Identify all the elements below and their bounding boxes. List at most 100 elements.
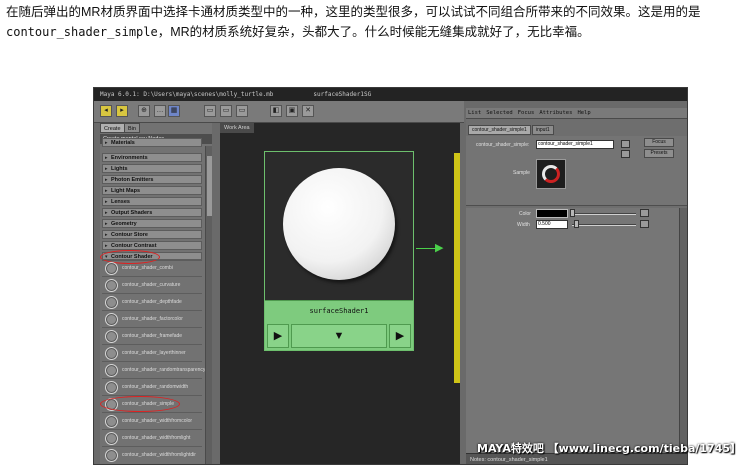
node-bar: surfaceShader1 ▶ ▼ ▶: [265, 300, 413, 350]
color-slider[interactable]: [572, 213, 636, 215]
menu-help[interactable]: Help: [577, 110, 590, 116]
category-light-maps[interactable]: Light Maps: [102, 186, 202, 195]
list-item[interactable]: contour_shader_widthfromcolor: [102, 412, 202, 429]
node-preview: [265, 152, 413, 300]
node-input-button[interactable]: ▶: [267, 324, 289, 348]
list-item[interactable]: contour_shader_randomtransparency: [102, 361, 205, 378]
article-text: 在随后弹出的MR材质界面中选择卡通材质类型中的一种，这里的类型很多，可以试试不同…: [6, 2, 746, 42]
scrollbar-thumb[interactable]: [207, 156, 212, 216]
color-swatch[interactable]: [536, 209, 568, 218]
layout-icon-2[interactable]: ▭: [220, 105, 232, 117]
graph-icon[interactable]: ⊕: [138, 105, 150, 117]
ae-node-header: contour_shader_simple: contour_shader_si…: [466, 136, 687, 206]
article-line-1: 在随后弹出的MR材质界面中选择卡通材质类型中的一种，这里的类型很多，可以试试不同…: [6, 5, 701, 19]
category-lenses[interactable]: Lenses: [102, 197, 202, 206]
shader-swatch-icon: [105, 296, 118, 309]
layout-icon-3[interactable]: ▭: [236, 105, 248, 117]
tab-bin[interactable]: Bin: [124, 123, 140, 133]
clear-icon[interactable]: ▣: [286, 105, 298, 117]
list-item[interactable]: contour_shader_layerthinner: [102, 344, 202, 361]
sample-swatch: [536, 159, 566, 189]
hypershade-toolbar: ◂ ▸ ⊕ … ▦ ▭ ▭ ▭ ◧ ▣ ✕: [94, 101, 464, 123]
shader-node[interactable]: surfaceShader1 ▶ ▼ ▶: [264, 151, 414, 351]
menu-list[interactable]: List: [468, 110, 481, 116]
width-slider-knob[interactable]: [574, 220, 579, 228]
shader-swatch-icon: [105, 347, 118, 360]
category-output-shaders[interactable]: Output Shaders: [102, 208, 202, 217]
dots-icon[interactable]: …: [154, 105, 166, 117]
tab-create[interactable]: Create: [100, 123, 125, 133]
arrow-right-icon[interactable]: ▸: [116, 105, 128, 117]
list-item[interactable]: contour_shader_widthfromlight: [102, 429, 202, 446]
watermark-text: MAYA特效吧 【www.linecg.com/tieba/1745】: [477, 442, 742, 455]
maya-screenshot: Maya 6.0.1: D:\Users\maya\scenes\molly_t…: [93, 87, 688, 465]
color-label: Color: [519, 211, 531, 217]
select-input-icon[interactable]: [621, 140, 630, 148]
shader-swatch-icon: [105, 279, 118, 292]
render-icon[interactable]: ◧: [270, 105, 282, 117]
shader-swatch-icon: [105, 432, 118, 445]
list-item[interactable]: contour_shader_combi: [102, 259, 202, 276]
tab-contour-shader-simple1[interactable]: contour_shader_simple1: [468, 125, 531, 135]
arrow-left-icon[interactable]: ◂: [100, 105, 112, 117]
shader-swatch-icon: [105, 313, 118, 326]
tab-work-area[interactable]: Work Area: [220, 123, 254, 133]
create-panel: Create Bin Create mental ray Nodes Mater…: [100, 123, 212, 464]
ae-attributes: Color Width 0.500: [466, 208, 687, 464]
category-photon-emitters[interactable]: Photon Emitters: [102, 175, 202, 184]
ae-menu-bar: List Selected Focus Attributes Help: [466, 108, 687, 119]
shader-swatch-icon: [105, 364, 118, 377]
list-item[interactable]: contour_shader_depthfade: [102, 293, 202, 310]
color-slider-knob[interactable]: [570, 209, 575, 217]
contour-sample-icon: [542, 165, 560, 183]
close-icon[interactable]: ✕: [302, 105, 314, 117]
shader-name-inline: contour_shader_simple: [6, 25, 158, 39]
width-field[interactable]: 0.500: [536, 220, 568, 229]
category-contour-contrast[interactable]: Contour Contrast: [102, 241, 202, 250]
layout-icon[interactable]: ▭: [204, 105, 216, 117]
window-title: Maya 6.0.1: D:\Users\maya\scenes\molly_t…: [100, 91, 274, 98]
select-output-icon[interactable]: [621, 150, 630, 158]
presets-button[interactable]: Presets: [644, 149, 674, 158]
menu-selected[interactable]: Selected: [486, 110, 513, 116]
category-geometry[interactable]: Geometry: [102, 219, 202, 228]
node-type-label: contour_shader_simple:: [476, 142, 530, 148]
shader-swatch-icon: [105, 415, 118, 428]
list-item[interactable]: contour_shader_framefade: [102, 327, 202, 344]
article-line-2-rest: ，MR的材质系统好复杂，头都大了。什么时候能无缝集成就好了，无比幸福。: [157, 25, 590, 39]
node-output-button[interactable]: ▶: [389, 324, 411, 348]
shader-swatch-icon: [105, 330, 118, 343]
category-environments[interactable]: Environments: [102, 153, 202, 162]
width-slider[interactable]: [572, 224, 636, 226]
list-item[interactable]: contour_shader_factorcolor: [102, 310, 202, 327]
node-expand-button[interactable]: ▼: [291, 324, 387, 348]
ae-scrollbar[interactable]: [679, 208, 687, 453]
category-materials[interactable]: Materials: [102, 138, 202, 147]
shader-swatch-icon: [105, 449, 118, 462]
menu-focus[interactable]: Focus: [518, 110, 535, 116]
category-contour-store[interactable]: Contour Store: [102, 230, 202, 239]
grid-icon[interactable]: ▦: [168, 105, 180, 117]
list-item[interactable]: contour_shader_curvature: [102, 276, 202, 293]
node-name-field[interactable]: contour_shader_simple1: [536, 140, 614, 149]
width-label: Width: [517, 222, 530, 228]
sphere-preview-icon: [283, 168, 395, 280]
node-name: surfaceShader1: [309, 307, 369, 315]
menu-attributes[interactable]: Attributes: [539, 110, 572, 116]
attribute-editor: List Selected Focus Attributes Help contour_…: [466, 108, 687, 464]
color-map-icon[interactable]: [640, 209, 649, 217]
work-area[interactable]: Work Area surfaceShader1 ▶ ▼ ▶ ▶: [220, 123, 460, 464]
tab-input1[interactable]: input1: [532, 125, 554, 135]
maya-title-bar: Maya 6.0.1: D:\Users\maya\scenes\molly_t…: [94, 88, 687, 101]
shader-swatch-icon: [105, 381, 118, 394]
list-item[interactable]: contour_shader_widthfromlightdir: [102, 446, 202, 463]
highlight-oval-shader: [100, 396, 180, 412]
sample-label: Sample: [513, 170, 530, 176]
width-map-icon[interactable]: [640, 220, 649, 228]
create-panel-scrollbar[interactable]: [205, 146, 212, 464]
connection-arrow-icon: ▶: [435, 242, 444, 254]
shader-swatch-icon: [105, 262, 118, 275]
category-lights[interactable]: Lights: [102, 164, 202, 173]
focus-button[interactable]: Focus: [644, 138, 674, 147]
list-item[interactable]: contour_shader_randomwidth: [102, 378, 202, 395]
